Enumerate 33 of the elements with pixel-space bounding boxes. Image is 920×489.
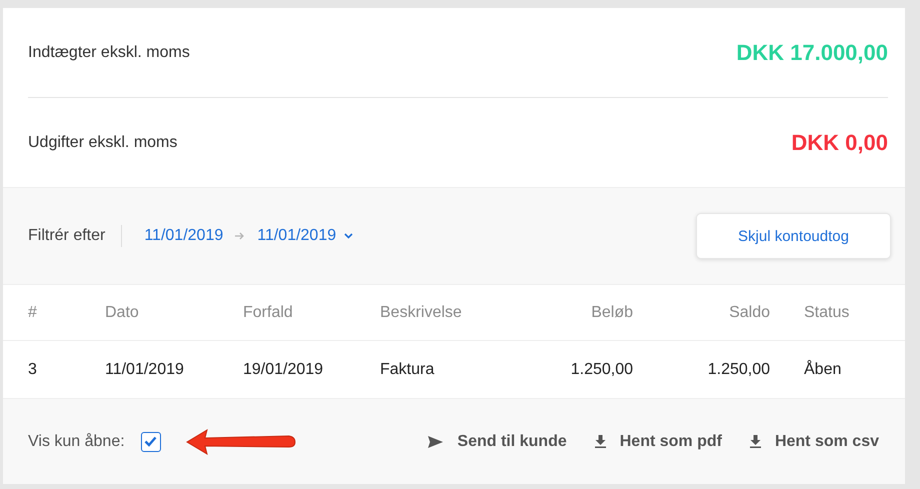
send-icon (428, 436, 444, 448)
download-icon (750, 435, 761, 448)
action-link[interactable]: Send til kunde (428, 432, 567, 450)
summary-amount: DKK 17.000,00 (736, 40, 888, 66)
date-from[interactable]: 11/01/2019 (144, 227, 224, 245)
table-cell-text: Åben (803, 360, 842, 378)
date-to[interactable]: 11/01/2019 (257, 227, 336, 245)
hide-statement-button[interactable]: Skjul kontoudtog (696, 213, 891, 259)
column-header: Beløb (590, 304, 633, 322)
check-icon (144, 436, 158, 447)
column-header: Saldo (728, 304, 770, 322)
column-header: # (28, 304, 38, 322)
summary-label: Indtægter ekskl. moms (28, 44, 190, 62)
table-cell-text: Faktura (380, 360, 436, 378)
table-cell-text: 1.250,00 (570, 360, 633, 378)
filter-label: Filtrér efter (28, 227, 106, 245)
column-header: Dato (105, 304, 140, 322)
column-header: Beskrivelse (380, 304, 463, 322)
action-link[interactable]: Hent som pdf (594, 432, 722, 450)
chevron-icon[interactable] (344, 233, 354, 239)
summary-amount: DKK 0,00 (791, 130, 888, 156)
arrow-icon (235, 232, 246, 240)
table-cell-text: 11/01/2019 (105, 360, 185, 378)
column-header: Forfald (243, 304, 294, 322)
summary-label: Udgifter ekskl. moms (28, 134, 178, 152)
checkbox-label: Vis kun åbne: (28, 432, 125, 450)
table-cell-text: 3 (28, 360, 38, 378)
column-header: Status (803, 304, 850, 322)
table-cell-text: 1.250,00 (706, 360, 770, 378)
action-link[interactable]: Hent som csv (750, 432, 879, 450)
table-cell-text: 19/01/2019 (243, 360, 324, 378)
checkbox[interactable] (140, 432, 161, 452)
download-icon (594, 435, 606, 448)
